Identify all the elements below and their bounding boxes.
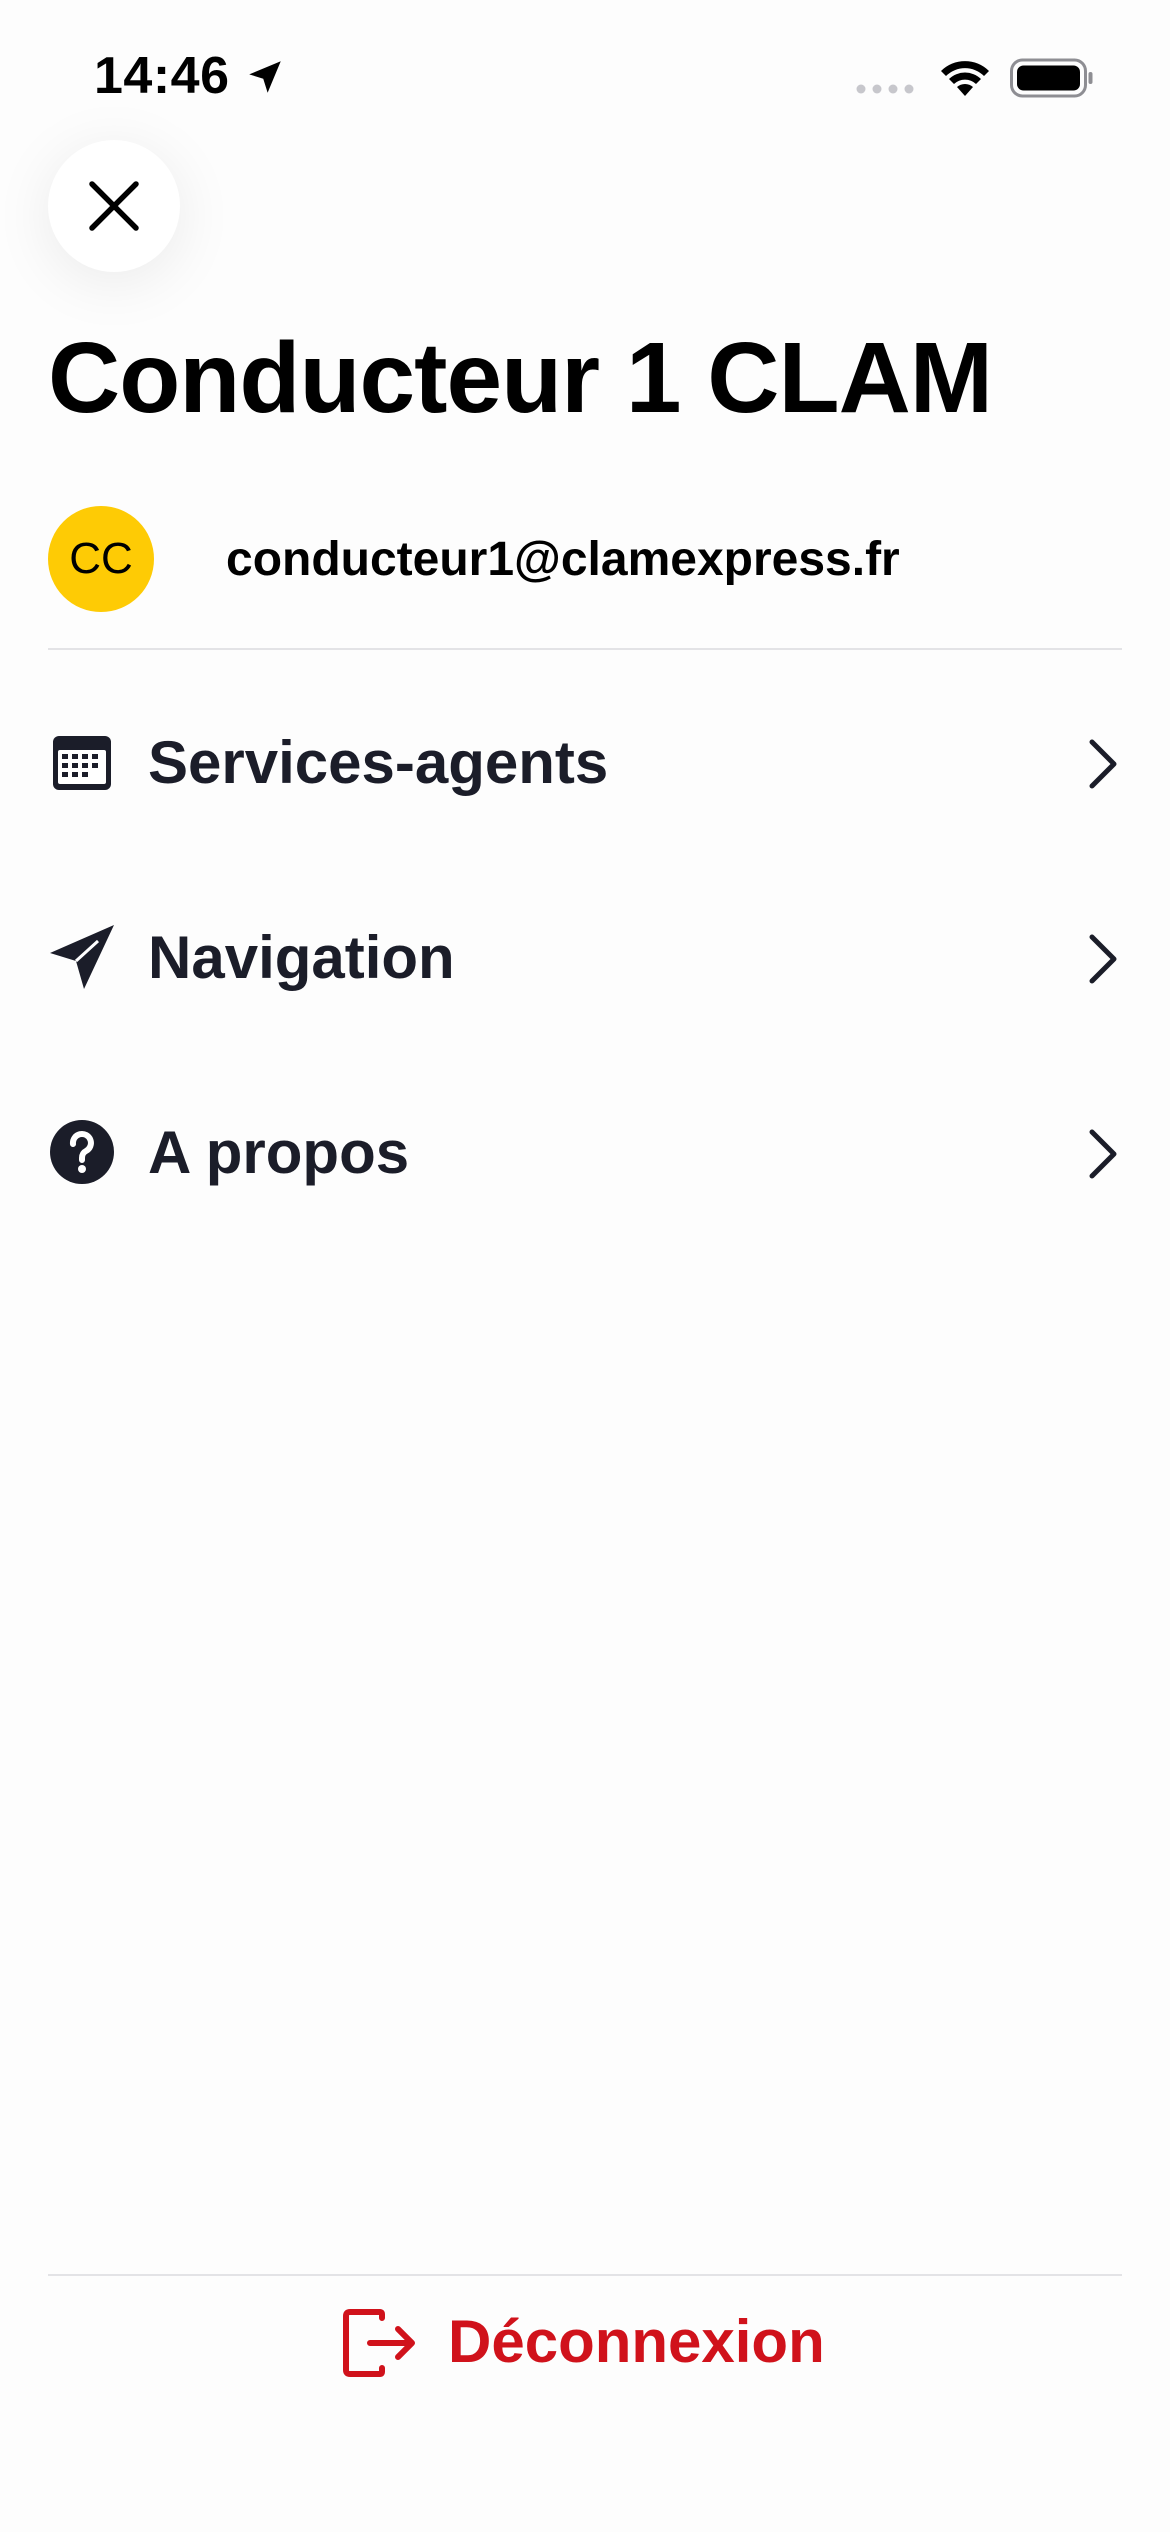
user-info: CC conducteur1@clamexpress.fr xyxy=(48,506,1122,612)
status-bar: 14:46 xyxy=(0,0,1170,150)
chevron-right-icon xyxy=(1089,934,1117,984)
logout-icon xyxy=(343,2309,415,2377)
close-button[interactable] xyxy=(48,140,180,272)
chevron-right-icon xyxy=(1089,1129,1117,1179)
wifi-icon xyxy=(941,61,989,96)
menu-item-label: A propos xyxy=(148,1119,410,1186)
menu-item-label: Services-agents xyxy=(148,729,609,796)
battery-icon xyxy=(1010,58,1093,98)
question-circle-icon xyxy=(50,1120,114,1184)
status-time: 14:46 xyxy=(94,47,230,105)
menu-item-label: Navigation xyxy=(148,924,455,991)
avatar: CC xyxy=(48,506,154,612)
cellular-signal-icon xyxy=(856,84,914,94)
menu-item-a-propos[interactable]: A propos xyxy=(48,1090,1122,1210)
menu-item-services-agents[interactable]: Services-agents xyxy=(48,700,1122,820)
close-icon xyxy=(89,181,139,231)
logout-label: Déconnexion xyxy=(448,2308,825,2375)
divider xyxy=(48,648,1122,650)
page-title: Conducteur 1 CLAM xyxy=(48,322,993,434)
location-arrow-icon xyxy=(249,61,281,93)
user-email: conducteur1@clamexpress.fr xyxy=(226,533,900,586)
calendar-icon xyxy=(53,736,111,790)
menu-item-navigation[interactable]: Navigation xyxy=(48,895,1122,1015)
paper-plane-icon xyxy=(50,925,114,989)
profile-screen: 14:46 Conducteur 1 CLAM CC conducteur1@c… xyxy=(0,0,1170,2532)
logout-button[interactable]: Déconnexion xyxy=(340,2300,840,2384)
divider xyxy=(48,2274,1122,2276)
chevron-right-icon xyxy=(1089,739,1117,789)
